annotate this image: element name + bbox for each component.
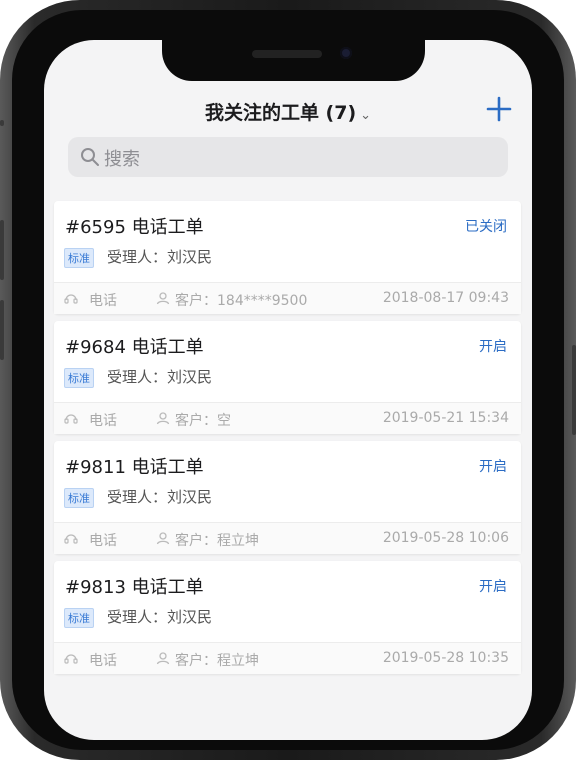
card-footer: 电话 客户：空 2019-05-21 15:34: [54, 403, 521, 434]
card-footer: 电话 客户：184****9500 2018-08-17 09:43: [54, 283, 521, 314]
page-title: 我关注的工单 (7): [204, 102, 357, 124]
ticket-customer: 客户：空: [175, 413, 231, 429]
side-button-left: [0, 120, 4, 126]
notch: [162, 40, 425, 81]
ticket-status: 已关闭: [465, 219, 507, 235]
ticket-title: #6595 电话工单: [65, 217, 204, 238]
card-footer: 电话 客户：程立坤 2019-05-28 10:06: [54, 523, 521, 554]
ticket-card[interactable]: #6595 电话工单 已关闭标准 受理人：刘汉民电话 客户：184****9500 20…: [54, 201, 521, 314]
ticket-tag: 标准: [64, 608, 94, 628]
ticket-card[interactable]: #9813 电话工单 开启标准 受理人：刘汉民电话 客户：程立坤 2019-05-28 …: [54, 561, 521, 674]
side-button-left-2: [0, 220, 4, 280]
phone-frame: 我关注的工单 (7) ⌄ 搜索 #6595 电话工单 已关闭 标准 受理人：刘汉民 电话客…: [0, 0, 576, 760]
ticket-tag: 标准: [64, 368, 94, 388]
user-icon: [156, 652, 170, 665]
channel-icon: [64, 654, 78, 664]
plus-icon[interactable]: [486, 96, 512, 122]
ticket-assignee: 受理人：刘汉民: [107, 368, 213, 386]
ticket-channel: 电话: [89, 413, 117, 429]
user-icon: [156, 532, 170, 545]
ticket-time: 2019-05-28 10:35: [382, 650, 509, 666]
ticket-time: 2018-08-17 09:43: [382, 290, 509, 306]
app-screen: 我关注的工单 (7) ⌄ 搜索 #6595 电话工单 已关闭 标准 受理人：刘汉民 电话客…: [44, 40, 532, 740]
ticket-channel: 电话: [89, 293, 117, 309]
ticket-title: #9684 电话工单: [65, 337, 204, 358]
ticket-assignee: 受理人：刘汉民: [107, 488, 213, 506]
ticket-status: 开启: [479, 579, 507, 595]
ticket-title: #9813 电话工单: [65, 577, 204, 598]
ticket-customer: 客户：程立坤: [175, 533, 259, 549]
ticket-status: 开启: [479, 459, 507, 475]
ticket-card[interactable]: #9684 电话工单 开启标准 受理人：刘汉民电话 客户：空 2019-05-21 15…: [54, 321, 521, 434]
channel-icon: [64, 534, 78, 544]
channel-icon: [64, 414, 78, 424]
side-button-right: [572, 345, 576, 435]
speaker: [252, 50, 322, 58]
card-footer: 电话 客户：程立坤 2019-05-28 10:35: [54, 643, 521, 674]
user-icon: [156, 292, 170, 305]
ticket-customer: 客户：程立坤: [175, 653, 259, 669]
ticket-time: 2019-05-28 10:06: [382, 530, 509, 546]
ticket-status: 开启: [479, 339, 507, 355]
ticket-assignee: 受理人：刘汉民: [107, 608, 213, 626]
page-title-dropdown[interactable]: 我关注的工单 (7) ⌄: [44, 98, 532, 125]
channel-icon: [64, 294, 78, 304]
ticket-customer: 客户：184****9500: [175, 293, 308, 309]
ticket-time: 2019-05-21 15:34: [382, 410, 509, 426]
search-icon: [81, 148, 99, 166]
ticket-tag: 标准: [64, 488, 94, 508]
ticket-title: #9811 电话工单: [65, 457, 204, 478]
camera: [340, 47, 352, 59]
ticket-channel: 电话: [89, 653, 117, 669]
ticket-channel: 电话: [89, 533, 117, 549]
user-icon: [156, 412, 170, 425]
side-button-left-3: [0, 300, 4, 360]
navigation-bar: 我关注的工单 (7) ⌄: [44, 92, 532, 132]
ticket-card[interactable]: #9811 电话工单 开启标准 受理人：刘汉民电话 客户：程立坤 2019-05-28 …: [54, 441, 521, 554]
search-bar[interactable]: 搜索: [68, 137, 508, 177]
ticket-tag: 标准: [64, 248, 94, 268]
ticket-assignee: 受理人：刘汉民: [107, 248, 213, 266]
search-placeholder: 搜索: [104, 149, 140, 170]
chevron-down-icon: ⌄: [360, 108, 372, 123]
